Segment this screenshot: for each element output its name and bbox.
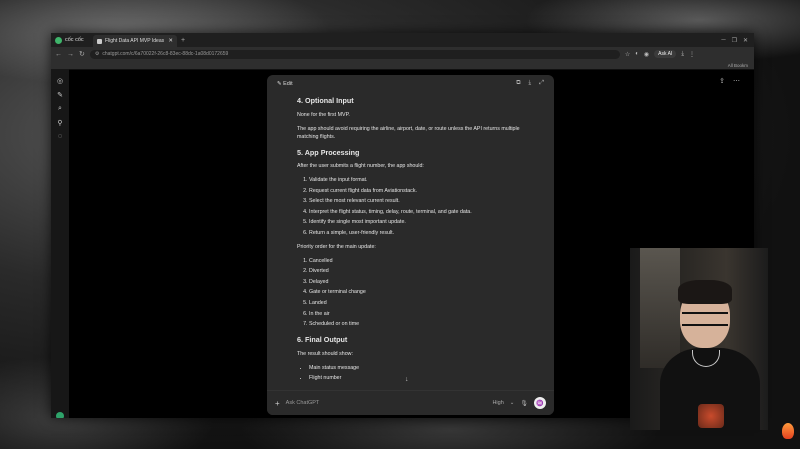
share-icon[interactable]: ⇪	[719, 77, 725, 85]
chatgpt-favicon-icon	[97, 38, 102, 44]
download-icon[interactable]: ⤓	[681, 51, 684, 58]
list-item: In the air	[309, 311, 524, 319]
model-selector[interactable]: High	[492, 400, 503, 406]
list-item: Main status message	[309, 365, 524, 373]
composer-bar: + Ask ChatGPT High ⌄ 🎙 ♒	[267, 390, 554, 415]
ask-ai-button[interactable]: Ask AI	[654, 50, 677, 58]
close-window-icon[interactable]: ✕	[743, 37, 748, 44]
tab-bar: cốc cốc Flight Data API MVP Ideas ✕ + ─ …	[51, 33, 754, 47]
paragraph: None for the first MVP.	[297, 111, 350, 118]
extension2-icon[interactable]: ◉	[644, 51, 649, 58]
microphone-icon[interactable]: 🎙	[520, 400, 528, 407]
list-item: Interpret the flight status, timing, del…	[309, 209, 524, 217]
list-item: Scheduled or on time	[309, 321, 524, 329]
maximize-icon[interactable]: ❐	[732, 37, 737, 44]
top-right-actions: ⇪ ⋯	[719, 77, 740, 85]
star-icon[interactable]: ☆	[625, 51, 630, 58]
webcam-overlay	[630, 248, 768, 430]
bookmarks-bar: All Bookm	[51, 61, 754, 70]
menu-icon[interactable]: ⋮	[689, 51, 695, 58]
chat-sidebar: ◎ ✎ ⌕ ⚲ ◌	[51, 69, 69, 418]
forward-icon[interactable]: →	[67, 51, 74, 58]
copy-icon[interactable]: ⧉	[516, 80, 520, 87]
list-item: Flight number	[309, 375, 524, 383]
download-icon[interactable]: ⤓	[529, 80, 532, 87]
list-item: Identify the single most important updat…	[309, 219, 524, 227]
list-item: Request current flight data from Aviatio…	[309, 188, 524, 196]
flame-logo-icon	[782, 423, 794, 439]
list-item: Diverted	[309, 268, 524, 276]
paragraph: After the user submits a flight number, …	[297, 163, 424, 170]
add-attachment-icon[interactable]: +	[275, 399, 280, 408]
back-icon[interactable]: ←	[55, 51, 62, 58]
presenter	[660, 278, 760, 430]
new-chat-icon[interactable]: ✎	[57, 91, 63, 99]
list-item: Validate the input format.	[309, 177, 524, 185]
editor-actions: ⧉ ⤓ ⤢	[516, 80, 544, 87]
list-item: Return a simple, user-friendly result.	[309, 230, 524, 238]
close-tab-icon[interactable]: ✕	[168, 38, 173, 44]
url-text: chatgpt.com/c/6a70022f-26c8-83ec-88dc-1a…	[102, 51, 229, 57]
more-options-icon[interactable]: ⋯	[733, 77, 740, 85]
search-icon[interactable]: ⌕	[58, 105, 62, 113]
shirt-graphic	[698, 404, 724, 428]
edit-button[interactable]: Edit	[283, 81, 292, 87]
editor-header: ✎ Edit ⧉ ⤓ ⤢	[267, 75, 554, 92]
tab-active[interactable]: Flight Data API MVP Ideas ✕	[93, 35, 177, 47]
extension-icon[interactable]: ◐	[635, 51, 639, 57]
glasses	[682, 312, 728, 326]
heading-final-output: 6. Final Output	[297, 335, 348, 344]
chat-input[interactable]: Ask ChatGPT	[286, 400, 487, 406]
presenter-hair	[678, 280, 732, 304]
heading-optional-input: 4. Optional Input	[297, 96, 354, 105]
reload-icon[interactable]: ↻	[79, 50, 85, 58]
browser-brand: cốc cốc	[55, 36, 93, 44]
chatgpt-logo-icon[interactable]: ◎	[57, 77, 63, 85]
coccoc-logo-icon	[55, 36, 62, 44]
list-item: Select the most relevant current result.	[309, 198, 524, 206]
new-tab-button[interactable]: +	[181, 37, 185, 44]
heading-app-processing: 5. App Processing	[297, 147, 360, 157]
url-field[interactable]: ⚙ chatgpt.com/c/6a70022f-26c8-83ec-88dc-…	[89, 49, 620, 59]
chevron-down-icon[interactable]: ⌄	[510, 400, 515, 406]
tab-title: Flight Data API MVP Ideas	[105, 38, 165, 44]
document-body: 4. Optional Input None for the first MVP…	[267, 96, 554, 383]
minimize-icon[interactable]: ─	[721, 37, 725, 44]
all-bookmarks-link[interactable]: All Bookm	[728, 63, 748, 68]
priority-list: Cancelled Diverted Delayed Gate or termi…	[297, 258, 524, 329]
paragraph: The app should avoid requiring the airli…	[297, 125, 520, 140]
processing-steps-list: Validate the input format. Request curre…	[297, 177, 524, 238]
expand-icon[interactable]: ⤢	[539, 80, 544, 87]
address-bar-row: ← → ↻ ⚙ chatgpt.com/c/6a70022f-26c8-83ec…	[51, 47, 754, 61]
result-list: Main status message Flight number	[297, 365, 524, 383]
paragraph: Priority order for the main update:	[297, 243, 376, 250]
list-item: Delayed	[309, 279, 524, 287]
chat-bubble-icon[interactable]: ◌	[58, 133, 62, 140]
brand-label: cốc cốc	[65, 37, 84, 43]
voice-mode-button[interactable]: ♒	[534, 397, 546, 409]
paragraph: The result should show:	[297, 350, 353, 357]
avatar[interactable]	[56, 412, 64, 418]
library-icon[interactable]: ⚲	[57, 119, 62, 127]
list-item: Landed	[309, 300, 524, 308]
canvas-editor: ✎ Edit ⧉ ⤓ ⤢ 4. Optional Input None for …	[267, 75, 554, 415]
window-controls: ─ ❐ ✕	[721, 37, 754, 44]
scroll-down-icon[interactable]: ↓	[405, 376, 409, 383]
site-info-icon[interactable]: ⚙	[95, 51, 99, 57]
list-item: Cancelled	[309, 258, 524, 266]
list-item: Gate or terminal change	[309, 289, 524, 297]
